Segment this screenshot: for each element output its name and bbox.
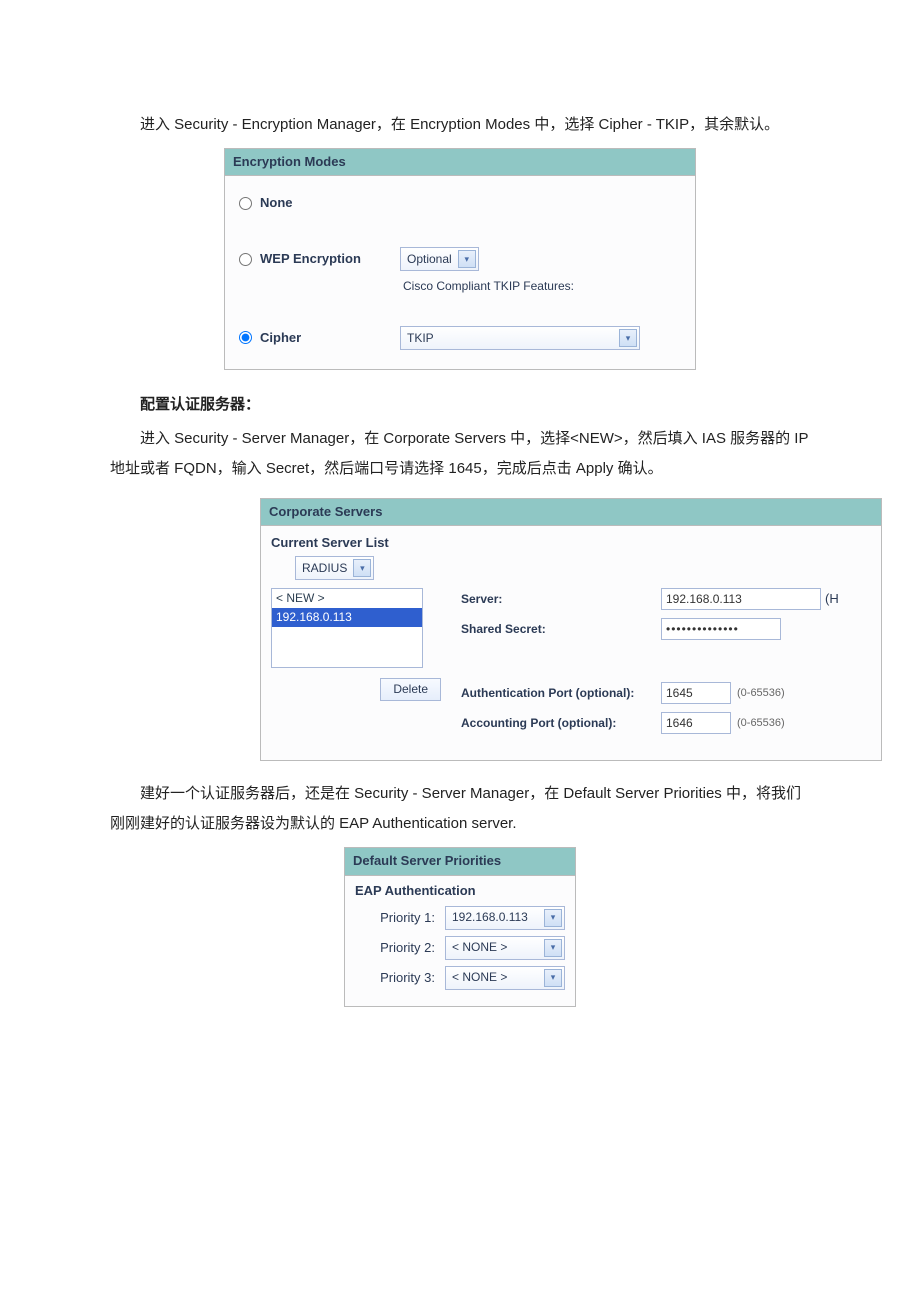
- chevron-down-icon: ▾: [458, 250, 476, 268]
- auth-port-input[interactable]: 1645: [661, 682, 731, 704]
- priority-row-1: Priority 1: 192.168.0.113 ▾: [355, 906, 565, 930]
- auth-port-label: Authentication Port (optional):: [461, 685, 661, 702]
- priority-label: Priority 3:: [355, 969, 435, 987]
- select-value: TKIP: [407, 330, 434, 347]
- acct-port-input[interactable]: 1646: [661, 712, 731, 734]
- delete-button[interactable]: Delete: [380, 678, 441, 701]
- port-range-hint: (0-65536): [737, 716, 785, 731]
- list-item[interactable]: 192.168.0.113: [272, 608, 422, 627]
- server-listbox[interactable]: < NEW > 192.168.0.113: [271, 588, 423, 668]
- priority-row-2: Priority 2: < NONE > ▾: [355, 936, 565, 960]
- server-type-select[interactable]: RADIUS ▾: [295, 556, 374, 580]
- panel-body: EAP Authentication Priority 1: 192.168.0…: [345, 876, 575, 1006]
- paragraph-encryption-intro: 进入 Security - Encryption Manager，在 Encry…: [110, 110, 810, 140]
- select-value: Optional: [407, 251, 452, 268]
- priority-row-3: Priority 3: < NONE > ▾: [355, 966, 565, 990]
- text-line: 进入 Security - Server Manager，在 Corporate…: [110, 424, 810, 484]
- server-fields-column: Server: 192.168.0.113 (H Shared Secret: …: [461, 588, 871, 742]
- chevron-down-icon: ▾: [619, 329, 637, 347]
- radio-label: WEP Encryption: [260, 250, 380, 268]
- panel-title: Corporate Servers: [261, 499, 881, 526]
- select-value: < NONE >: [452, 939, 507, 956]
- select-value: RADIUS: [302, 560, 347, 577]
- priority-label: Priority 2:: [355, 939, 435, 957]
- radio-none[interactable]: [239, 197, 252, 210]
- chevron-down-icon: ▾: [544, 909, 562, 927]
- server-hostname-hint: (H: [825, 590, 839, 608]
- radio-wep[interactable]: [239, 253, 252, 266]
- list-item[interactable]: < NEW >: [272, 589, 422, 608]
- paragraph-priorities: 建好一个认证服务器后，还是在 Security - Server Manager…: [110, 779, 810, 839]
- priority-1-select[interactable]: 192.168.0.113 ▾: [445, 906, 565, 930]
- heading-auth-server: 配置认证服务器：: [110, 390, 810, 420]
- server-label: Server:: [461, 591, 661, 608]
- encryption-modes-panel: Encryption Modes None WEP Encryption Opt…: [224, 148, 696, 370]
- panel-title: Default Server Priorities: [345, 848, 575, 875]
- text-line: 建好一个认证服务器后，还是在 Security - Server Manager…: [110, 779, 810, 839]
- default-server-priorities-panel: Default Server Priorities EAP Authentica…: [344, 847, 576, 1006]
- cipher-select[interactable]: TKIP ▾: [400, 326, 640, 350]
- radio-cipher[interactable]: [239, 331, 252, 344]
- chevron-down-icon: ▾: [544, 969, 562, 987]
- port-range-hint: (0-65536): [737, 686, 785, 701]
- encryption-option-cipher[interactable]: Cipher TKIP ▾: [235, 321, 685, 355]
- text-line: 进入 Security - Encryption Manager，在 Encry…: [110, 110, 779, 140]
- paragraph-server-manager: 进入 Security - Server Manager，在 Corporate…: [110, 424, 810, 484]
- shared-secret-label: Shared Secret:: [461, 621, 661, 638]
- panel-body: Current Server List RADIUS ▾ < NEW > 192…: [261, 526, 881, 760]
- select-value: < NONE >: [452, 969, 507, 986]
- select-value: 192.168.0.113: [452, 909, 528, 926]
- panel-body: None WEP Encryption Optional ▾ Cisco Com…: [225, 176, 695, 369]
- document-page: 进入 Security - Encryption Manager，在 Encry…: [0, 0, 920, 1067]
- radio-label: None: [260, 194, 293, 212]
- priority-label: Priority 1:: [355, 909, 435, 927]
- tkip-features-label: Cisco Compliant TKIP Features:: [403, 278, 685, 295]
- priority-2-select[interactable]: < NONE > ▾: [445, 936, 565, 960]
- chevron-down-icon: ▾: [353, 559, 371, 577]
- shared-secret-input[interactable]: ••••••••••••••: [661, 618, 781, 640]
- server-list-column: < NEW > 192.168.0.113 Delete: [271, 588, 441, 742]
- wep-select[interactable]: Optional ▾: [400, 247, 479, 271]
- encryption-option-wep[interactable]: WEP Encryption Optional ▾: [235, 242, 685, 276]
- chevron-down-icon: ▾: [544, 939, 562, 957]
- radio-label: Cipher: [260, 329, 380, 347]
- server-list-heading: Current Server List: [271, 534, 871, 552]
- priority-3-select[interactable]: < NONE > ▾: [445, 966, 565, 990]
- panel-title: Encryption Modes: [225, 149, 695, 176]
- encryption-option-none[interactable]: None: [235, 186, 685, 220]
- server-input[interactable]: 192.168.0.113: [661, 588, 821, 610]
- eap-auth-heading: EAP Authentication: [355, 882, 565, 900]
- corporate-servers-panel: Corporate Servers Current Server List RA…: [260, 498, 882, 761]
- acct-port-label: Accounting Port (optional):: [461, 715, 661, 732]
